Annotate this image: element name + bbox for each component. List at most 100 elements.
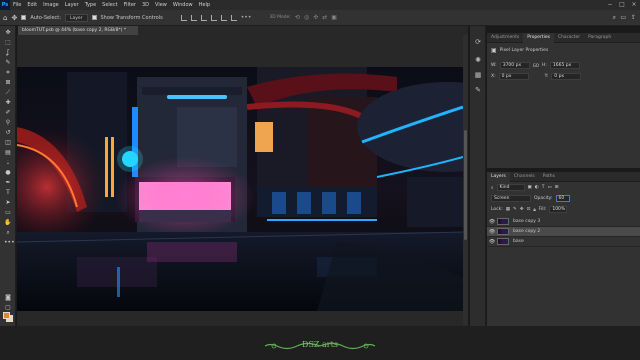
canvas-scroll-thumb[interactable]: [464, 130, 467, 240]
clone-stamp-tool-icon[interactable]: ⚲: [4, 119, 12, 126]
screen-mode-icon[interactable]: ▢: [4, 304, 12, 311]
lock-all-icon[interactable]: 🔒︎: [533, 207, 535, 213]
brush-tool-icon[interactable]: ✐: [4, 109, 12, 116]
minimize-button[interactable]: −: [604, 0, 616, 10]
align-middle-icon[interactable]: [220, 14, 227, 21]
filter-smart-object-icon[interactable]: ⊞: [555, 185, 559, 190]
options-bar: ⌂ ✥ Auto-Select: Layer Show Transform Co…: [0, 10, 640, 26]
share-icon[interactable]: ⇪: [631, 14, 636, 21]
canvas-area[interactable]: [17, 35, 468, 326]
more-tools-icon[interactable]: •••: [4, 239, 15, 246]
tab-layers[interactable]: Layers: [487, 171, 510, 182]
visibility-eye-icon[interactable]: 👁︎: [487, 219, 497, 225]
zoom-tool-icon[interactable]: ⌕: [4, 229, 12, 236]
brush-settings-icon[interactable]: ✎: [474, 86, 482, 94]
menu-type[interactable]: Type: [82, 2, 99, 8]
quick-select-tool-icon[interactable]: ✎: [4, 59, 12, 66]
path-select-tool-icon[interactable]: ➤: [4, 199, 12, 206]
eraser-tool-icon[interactable]: ◫: [4, 139, 12, 146]
tab-channels[interactable]: Channels: [510, 172, 539, 182]
history-icon[interactable]: ⟳: [474, 38, 482, 46]
tab-paragraph[interactable]: Paragraph: [584, 33, 615, 43]
menu-select[interactable]: Select: [99, 2, 120, 8]
crop-tool-icon[interactable]: ⌗: [4, 69, 12, 76]
height-field[interactable]: 1665 px: [549, 62, 580, 69]
menu-file[interactable]: File: [10, 2, 24, 8]
align-right-icon[interactable]: [200, 14, 207, 21]
filter-type-icon[interactable]: T: [542, 185, 545, 190]
lasso-tool-icon[interactable]: ʆ: [4, 49, 12, 56]
frame-tool-icon[interactable]: ⊠: [4, 79, 12, 86]
filter-pixel-icon[interactable]: ▣: [528, 185, 532, 190]
history-brush-tool-icon[interactable]: ↺: [4, 129, 12, 136]
filter-adjustment-icon[interactable]: ◐: [535, 185, 539, 190]
layer-row-base[interactable]: 👁︎ base: [487, 237, 640, 247]
3d-roll-icon[interactable]: ◎: [304, 14, 309, 21]
swatches-icon[interactable]: ▦: [474, 71, 482, 79]
3d-pan-icon[interactable]: ✣: [313, 14, 318, 21]
dodge-tool-icon[interactable]: ●: [4, 169, 12, 176]
tab-adjustments[interactable]: Adjustments: [487, 33, 523, 43]
lock-pixels-icon[interactable]: ✎: [513, 207, 517, 212]
blend-mode-select[interactable]: Screen: [491, 195, 531, 202]
menu-edit[interactable]: Edit: [24, 2, 40, 8]
filter-shape-icon[interactable]: ▭: [547, 185, 551, 190]
workspace-icon[interactable]: ▭: [620, 14, 626, 21]
type-tool-icon[interactable]: T: [4, 189, 12, 196]
x-field[interactable]: 0 px: [498, 73, 529, 80]
visibility-eye-icon[interactable]: 👁︎: [487, 239, 497, 245]
menu-view[interactable]: View: [152, 2, 170, 8]
link-dimensions-icon[interactable]: GO: [533, 63, 539, 68]
opacity-field[interactable]: 60: [555, 195, 570, 202]
tab-properties[interactable]: Properties: [523, 32, 554, 43]
3d-scale-icon[interactable]: ▣: [331, 14, 337, 21]
move-tool-icon[interactable]: ✥: [4, 29, 12, 36]
pen-tool-icon[interactable]: ✒: [4, 179, 12, 186]
align-bottom-icon[interactable]: [230, 14, 237, 21]
home-icon[interactable]: ⌂: [3, 14, 7, 22]
close-button[interactable]: ×: [628, 0, 640, 10]
align-top-icon[interactable]: [210, 14, 217, 21]
layer-row-base-copy-3[interactable]: 👁︎ base copy 3: [487, 217, 640, 227]
auto-select-dropdown[interactable]: Layer: [64, 13, 88, 22]
color-wheel-icon[interactable]: ✺: [474, 56, 482, 64]
lock-position-icon[interactable]: ✥: [520, 207, 524, 212]
3d-orbit-icon[interactable]: ⟲: [295, 14, 300, 21]
marquee-tool-icon[interactable]: ⬚: [4, 39, 12, 46]
search-icon[interactable]: ⌕: [613, 14, 616, 22]
tab-character[interactable]: Character: [554, 33, 584, 43]
lock-artboard-icon[interactable]: ⊡: [527, 207, 531, 212]
align-left-icon[interactable]: [180, 14, 187, 21]
align-center-icon[interactable]: [190, 14, 197, 21]
hand-tool-icon[interactable]: ✋: [4, 219, 12, 226]
lock-transparent-icon[interactable]: ▦: [506, 207, 510, 212]
layer-type-label: Pixel Layer Properties: [499, 48, 549, 53]
y-field[interactable]: 0 px: [551, 73, 582, 80]
foreground-color-swatch[interactable]: [3, 312, 10, 319]
transform-controls-checkbox[interactable]: [91, 15, 97, 20]
visibility-eye-icon[interactable]: 👁︎: [487, 229, 497, 235]
eyedropper-tool-icon[interactable]: ⟋: [4, 89, 12, 96]
more-options-icon[interactable]: •••: [241, 14, 252, 21]
maximize-button[interactable]: □: [616, 0, 628, 10]
blur-tool-icon[interactable]: 💧︎: [4, 159, 12, 166]
menu-window[interactable]: Window: [170, 2, 196, 8]
document-tab[interactable]: bloomTUT.psb @ 44% (base copy 2, RGB/8*)…: [18, 26, 138, 35]
layer-row-base-copy-2[interactable]: 👁︎ base copy 2: [487, 227, 640, 237]
menu-image[interactable]: Image: [40, 2, 62, 8]
3d-slide-icon[interactable]: ⇄: [322, 14, 327, 21]
move-tool-icon[interactable]: ✥: [11, 14, 17, 22]
tab-paths[interactable]: Paths: [539, 172, 559, 182]
quick-mask-icon[interactable]: ◙: [4, 294, 12, 301]
auto-select-checkbox[interactable]: [21, 15, 27, 20]
menu-layer[interactable]: Layer: [62, 2, 82, 8]
fill-field[interactable]: 100%: [549, 206, 568, 213]
shape-tool-icon[interactable]: ▭: [4, 209, 12, 216]
menu-3d[interactable]: 3D: [139, 2, 152, 8]
healing-brush-tool-icon[interactable]: ✚: [4, 99, 12, 106]
layer-kind-filter[interactable]: Kind: [496, 184, 525, 191]
width-field[interactable]: 3700 px: [499, 62, 530, 69]
menu-filter[interactable]: Filter: [121, 2, 139, 8]
gradient-tool-icon[interactable]: ▤: [4, 149, 12, 156]
menu-help[interactable]: Help: [196, 2, 213, 8]
